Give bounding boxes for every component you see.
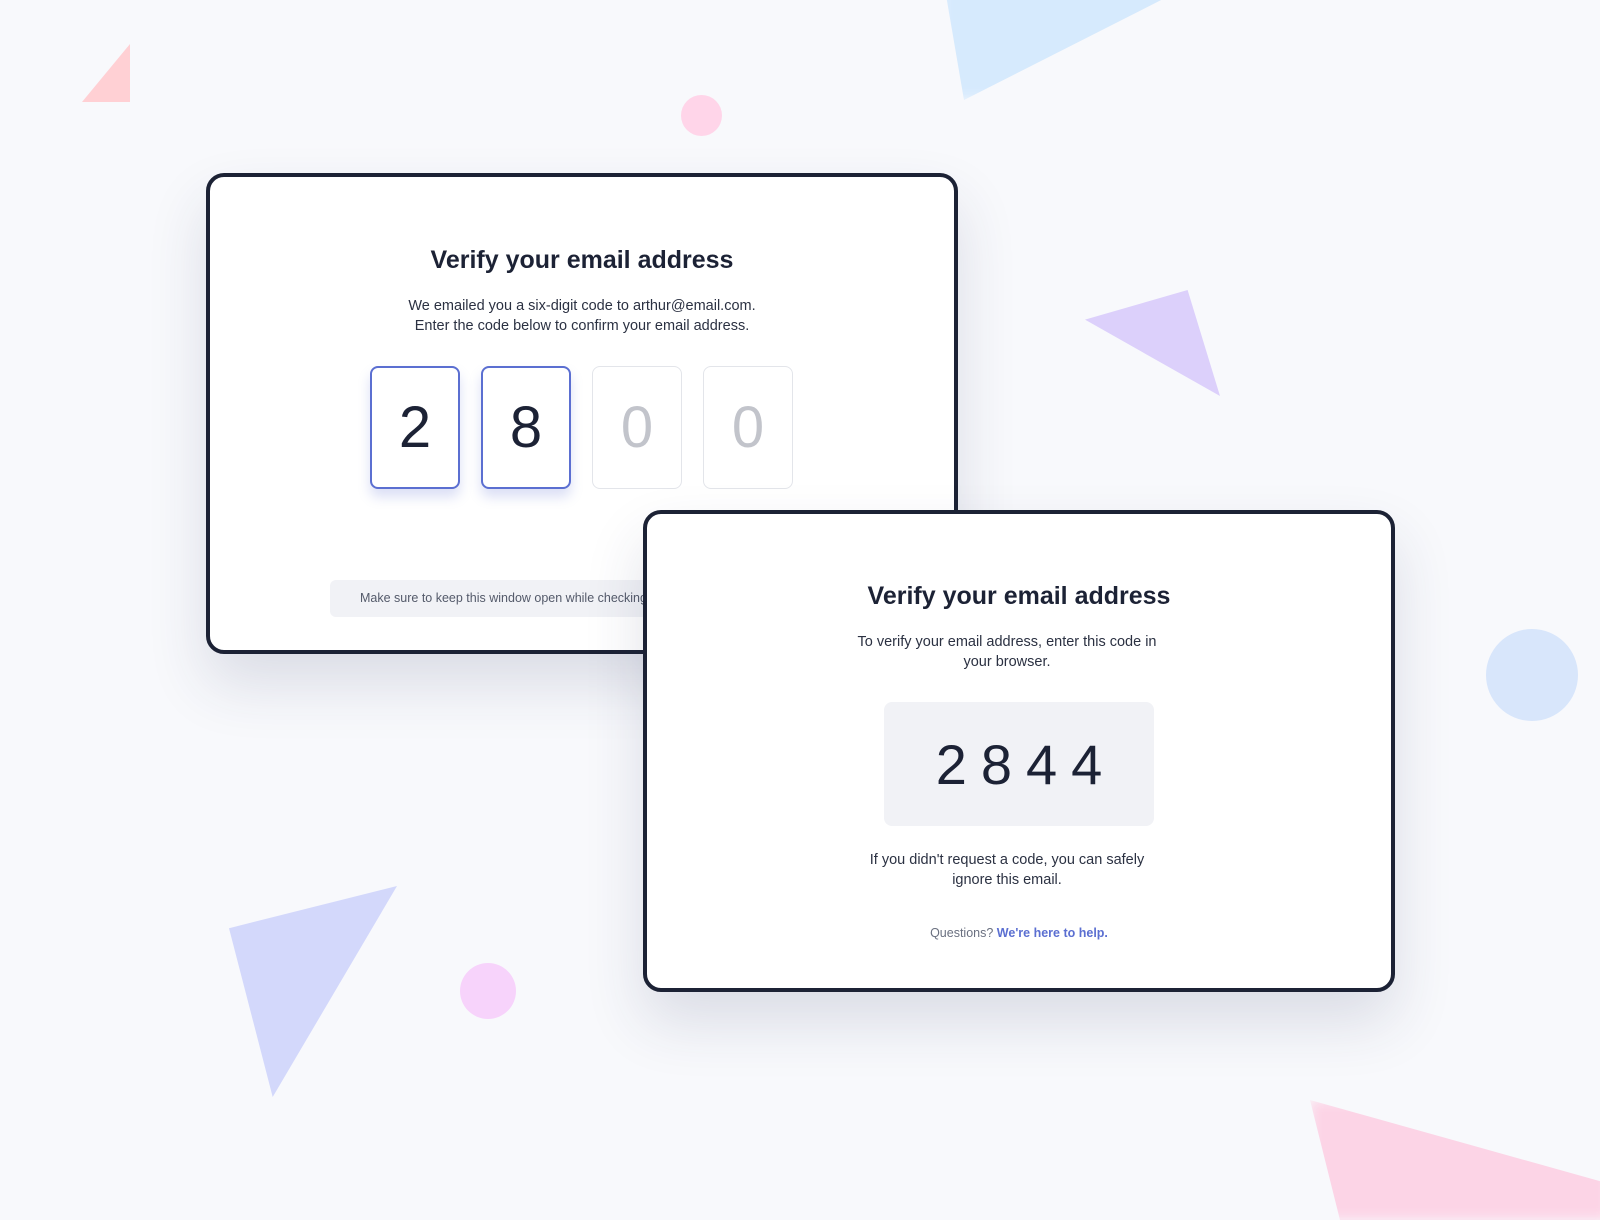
decorative-blob-top (940, 0, 1240, 100)
verification-code-display: 2844 (884, 702, 1154, 826)
decorative-circle-lilac (460, 963, 516, 1019)
decorative-triangle-pink (82, 44, 130, 102)
help-line: Questions? We're here to help. (647, 926, 1391, 940)
email-code-card: Verify your email address To verify your… (643, 510, 1395, 992)
code-digit-input-3[interactable]: 0 (592, 366, 682, 489)
description-line-2: Enter the code below to confirm your ema… (414, 318, 750, 334)
decorative-circle-blue (1486, 629, 1578, 721)
decorative-blob-bottom (1310, 1100, 1600, 1220)
decorative-circle-pink (681, 95, 722, 136)
decorative-triangle-blue (229, 886, 397, 1097)
email-description: To verify your email address, enter this… (857, 634, 1157, 670)
page-title: Verify your email address (430, 246, 734, 274)
code-digit-input-1[interactable]: 2 (370, 366, 460, 489)
help-prefix: Questions? (930, 926, 994, 940)
code-digit-input-4[interactable]: 0 (703, 366, 793, 489)
description-line-1: We emailed you a six-digit code to arthu… (408, 298, 756, 314)
code-digit-input-2[interactable]: 8 (481, 366, 571, 489)
code-input-group: 2 8 0 0 (370, 366, 793, 489)
help-link[interactable]: We're here to help. (997, 926, 1108, 940)
ignore-email-note: If you didn't request a code, you can sa… (869, 852, 1145, 888)
decorative-triangle-purple (1085, 290, 1220, 396)
code-entry-description: We emailed you a six-digit code to arthu… (210, 296, 954, 336)
email-title: Verify your email address (867, 582, 1171, 610)
